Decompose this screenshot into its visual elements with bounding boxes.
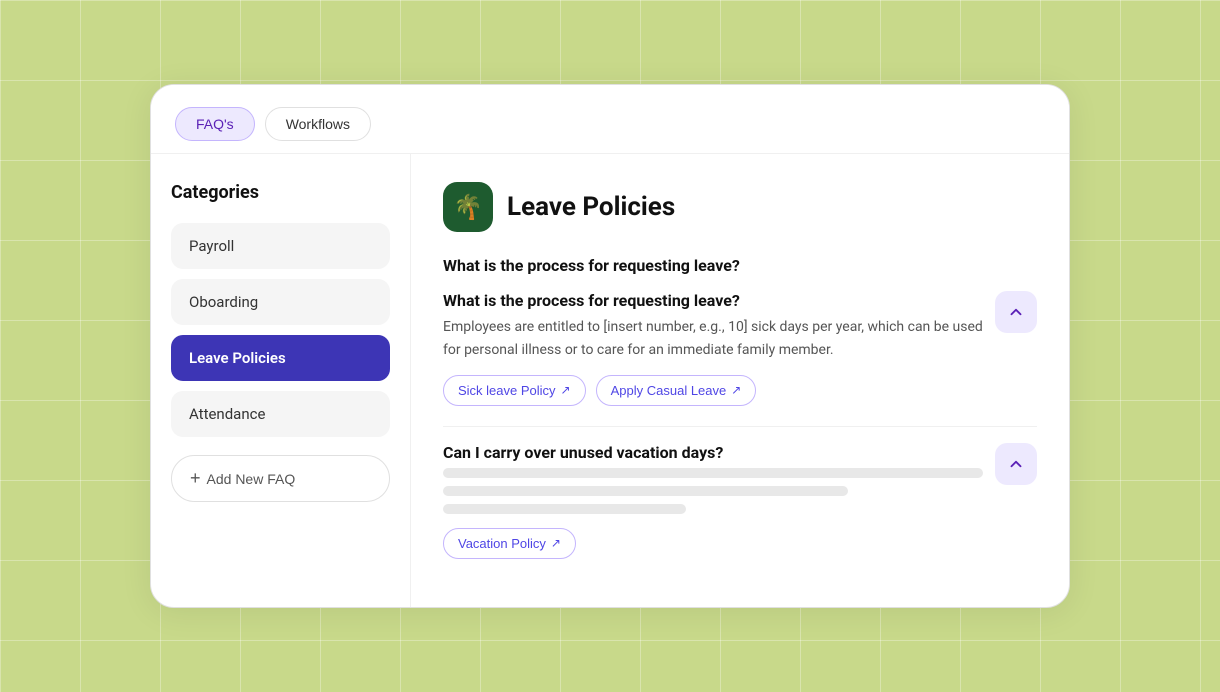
faq-item-1-question: What is the process for requesting leave…: [443, 291, 983, 310]
sidebar-item-leave-policies[interactable]: Leave Policies: [171, 335, 390, 381]
add-faq-label: Add New FAQ: [207, 471, 296, 487]
chevron-up-icon: [1007, 303, 1025, 321]
faq-section-label: What is the process for requesting leave…: [443, 256, 1037, 275]
faq-item-1: What is the process for requesting leave…: [443, 291, 1037, 406]
chevron-up-icon-2: [1007, 455, 1025, 473]
faq-item-2-placeholder: [443, 468, 983, 514]
faq-item-2: Can I carry over unused vacation days? V…: [443, 443, 1037, 559]
sidebar-item-payroll[interactable]: Payroll: [171, 223, 390, 269]
category-header: 🌴 Leave Policies: [443, 182, 1037, 232]
tab-workflows[interactable]: Workflows: [265, 107, 371, 141]
tab-faqs[interactable]: FAQ's: [175, 107, 255, 141]
faq-tag-vacation-policy[interactable]: Vacation Policy ↗: [443, 528, 576, 559]
faq-item-2-collapse-button[interactable]: [995, 443, 1037, 485]
placeholder-line-1: [443, 468, 983, 478]
faq-tag-casual-leave-label: Apply Casual Leave: [611, 383, 727, 398]
external-link-icon-2: ↗: [731, 383, 741, 397]
faq-tag-casual-leave[interactable]: Apply Casual Leave ↗: [596, 375, 757, 406]
faq-item-1-answer: Employees are entitled to [insert number…: [443, 316, 983, 361]
sidebar: Categories Payroll Oboarding Leave Polic…: [151, 154, 411, 607]
faq-item-2-tags: Vacation Policy ↗: [443, 528, 983, 559]
faq-item-1-header: What is the process for requesting leave…: [443, 291, 1037, 406]
faq-item-1-tags: Sick leave Policy ↗ Apply Casual Leave ↗: [443, 375, 983, 406]
faq-tag-vacation-label: Vacation Policy: [458, 536, 546, 551]
faq-item-2-body: Can I carry over unused vacation days? V…: [443, 443, 983, 559]
add-faq-button[interactable]: + Add New FAQ: [171, 455, 390, 502]
faq-tag-sick-leave[interactable]: Sick leave Policy ↗: [443, 375, 586, 406]
main-card: FAQ's Workflows Categories Payroll Oboar…: [150, 84, 1070, 608]
main-layout: Categories Payroll Oboarding Leave Polic…: [151, 154, 1069, 607]
sidebar-item-attendance[interactable]: Attendance: [171, 391, 390, 437]
category-title: Leave Policies: [507, 192, 675, 222]
faq-item-1-body: What is the process for requesting leave…: [443, 291, 983, 406]
placeholder-line-3: [443, 504, 686, 514]
external-link-icon-3: ↗: [551, 536, 561, 550]
faq-tag-sick-leave-label: Sick leave Policy: [458, 383, 556, 398]
category-icon: 🌴: [443, 182, 493, 232]
divider-1: [443, 426, 1037, 427]
external-link-icon: ↗: [561, 383, 571, 397]
faq-item-1-collapse-button[interactable]: [995, 291, 1037, 333]
sidebar-title: Categories: [171, 182, 390, 203]
faq-item-2-header: Can I carry over unused vacation days? V…: [443, 443, 1037, 559]
placeholder-line-2: [443, 486, 848, 496]
sidebar-item-onboarding[interactable]: Oboarding: [171, 279, 390, 325]
faq-item-2-question: Can I carry over unused vacation days?: [443, 443, 983, 462]
tab-bar: FAQ's Workflows: [151, 85, 1069, 154]
content-area: 🌴 Leave Policies What is the process for…: [411, 154, 1069, 607]
plus-icon: +: [190, 468, 201, 489]
